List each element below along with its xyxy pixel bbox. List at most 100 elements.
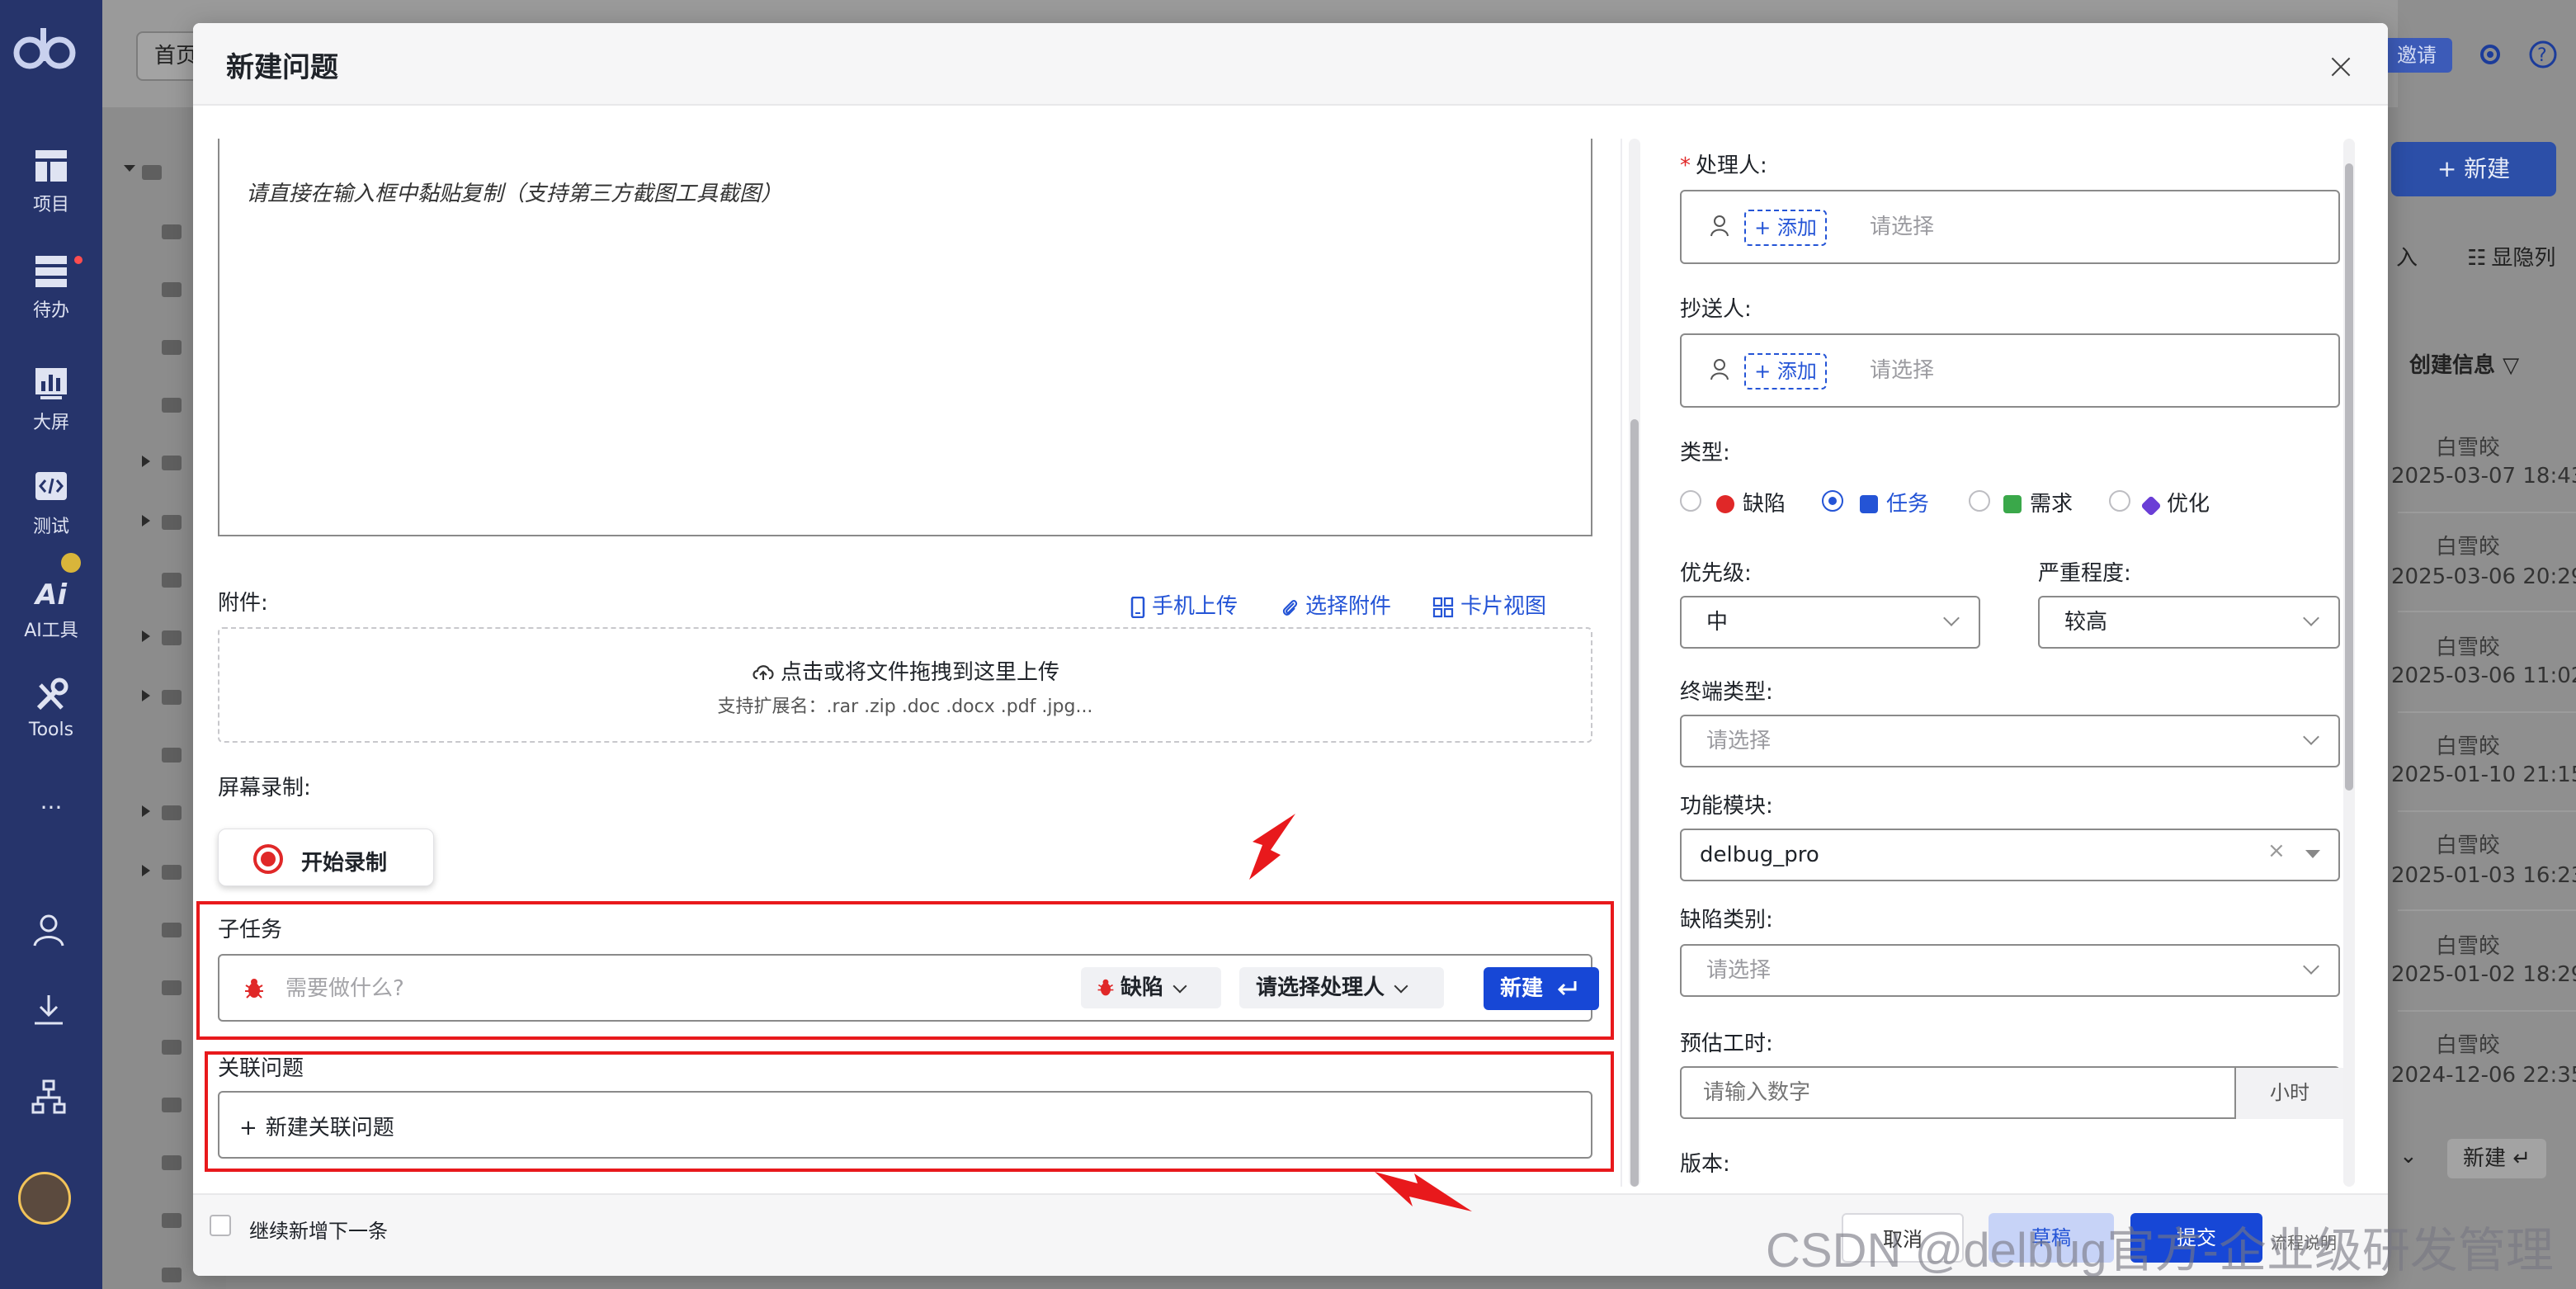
nav-item-ai-tools[interactable]: Ai AI工具 [0, 573, 102, 642]
svg-text:Ai: Ai [33, 578, 68, 611]
close-icon[interactable] [2328, 54, 2353, 79]
avatar[interactable] [18, 1172, 71, 1225]
type-radio-defect[interactable] [1680, 490, 1701, 512]
start-recording-button[interactable]: 开始录制 [218, 829, 434, 886]
row-created-date: 2025-01-10 21:15 [2391, 763, 2576, 787]
drop-zone-main: 点击或将文件拖拽到这里上传 [219, 655, 1591, 686]
watermark-text: CSDN @delbug官方-企业级研发管理 [1766, 1224, 2554, 1277]
subtask-assignee-select[interactable]: 请选择处理人 [1239, 967, 1444, 1008]
help-icon: ? [2529, 40, 2557, 68]
subtask-create-button[interactable]: 新建 [1484, 967, 1599, 1010]
row-creator-name: 白雪皎 [2436, 635, 2501, 660]
cc-label: 抄送人: [1680, 297, 1752, 322]
tree-expand-arrow [142, 515, 150, 526]
subtask-type-select[interactable]: 缺陷 [1081, 967, 1221, 1008]
version-label: 版本: [1680, 1152, 1730, 1177]
start-recording-label: 开始录制 [301, 851, 388, 876]
right-scrollbar-thumb[interactable] [2345, 163, 2353, 791]
drop-zone-extensions: 支持扩展名：.rar .zip .doc .docx .pdf .jpg... [717, 696, 1093, 717]
optimization-icon [2140, 495, 2162, 517]
background-new-button: + 新建 [2391, 142, 2556, 196]
subtask-label: 子任务 [218, 918, 283, 942]
module-label: 功能模块: [1680, 794, 1773, 819]
tree-folder-icon [162, 456, 182, 470]
add-assignee-button[interactable]: + 添加 [1744, 210, 1827, 246]
gear-icon [2480, 45, 2500, 64]
user-icon[interactable] [30, 911, 68, 949]
left-scrollbar[interactable] [1629, 139, 1640, 1187]
chevron-down-icon: ⌄ [2399, 1144, 2418, 1169]
add-cc-button[interactable]: + 添加 [1744, 353, 1827, 390]
nav-item-dashboard[interactable]: 大屏 [0, 365, 102, 434]
terminal-type-select[interactable]: 请选择 [1680, 715, 2340, 767]
nav-item-todo[interactable]: 待办 [0, 253, 102, 322]
type-radio-task[interactable] [1822, 490, 1843, 512]
show-hidden-label: 显隐列 [2491, 246, 2556, 271]
type-radio-requirement[interactable] [1969, 490, 1990, 512]
defect-category-select[interactable]: 请选择 [1680, 944, 2340, 997]
subtask-type-value: 缺陷 [1121, 975, 1164, 1000]
estimate-unit: 小时 [2234, 1068, 2343, 1119]
type-option-requirement[interactable]: 需求 [2003, 487, 2073, 517]
home-tab: 首页 [136, 31, 202, 81]
screen-record-label: 屏幕录制: [218, 776, 311, 800]
card-view-button[interactable]: 卡片视图 [1432, 589, 1546, 620]
estimate-input[interactable] [1703, 1073, 2215, 1112]
columns-icon: ☷ [2467, 246, 2487, 271]
cloud-upload-icon [753, 665, 774, 680]
person-icon [1710, 215, 1729, 237]
file-drop-zone[interactable]: 点击或将文件拖拽到这里上传 支持扩展名：.rar .zip .doc .docx… [218, 627, 1592, 743]
modal-header: 新建问题 [193, 23, 2388, 106]
tree-folder-icon [162, 748, 182, 763]
cc-field[interactable]: + 添加 请选择 [1680, 333, 2340, 408]
defect-category-placeholder: 请选择 [1706, 958, 1772, 983]
continue-add-checkbox[interactable] [210, 1215, 231, 1236]
tools-icon [36, 678, 68, 711]
record-icon [253, 844, 283, 874]
related-issues-label: 关联问题 [218, 1056, 304, 1081]
priority-select[interactable]: 中 [1680, 596, 1980, 649]
clear-icon[interactable]: × [2267, 838, 2286, 863]
defect-category-label: 缺陷类别: [1680, 908, 1773, 933]
left-nav: 项目 待办 大屏 测试 Ai AI工具 Tools ··· [0, 0, 102, 1289]
row-creator-name: 白雪皎 [2436, 1033, 2501, 1058]
severity-select[interactable]: 较高 [2038, 596, 2340, 649]
new-related-issue-button[interactable]: + 新建关联问题 [218, 1091, 1592, 1159]
row-created-date: 2025-03-07 18:43 [2391, 464, 2576, 489]
choose-attachment-button[interactable]: 选择附件 [1281, 589, 1391, 620]
caret-down-icon [2305, 850, 2320, 858]
grid-icon [1432, 597, 1454, 617]
right-scrollbar[interactable] [2343, 139, 2355, 1187]
app-logo-icon[interactable] [12, 25, 81, 78]
tree-folder-icon [162, 690, 182, 705]
subtask-input[interactable] [285, 967, 1028, 1010]
nav-item-project[interactable]: 项目 [0, 147, 102, 216]
bg-bottom-new-label: 新建 [2462, 1146, 2506, 1171]
download-icon[interactable] [30, 990, 68, 1028]
tree-folder-icon [162, 515, 182, 530]
row-divider [2398, 711, 2576, 713]
nav-item-test[interactable]: 测试 [0, 469, 102, 538]
assignee-field[interactable]: + 添加 请选择 [1680, 190, 2340, 264]
enter-icon [1557, 981, 1577, 996]
row-created-date: 2025-01-02 18:29 [2391, 962, 2576, 987]
module-select[interactable]: delbug_pro × [1680, 829, 2340, 881]
type-option-defect[interactable]: 缺陷 [1716, 487, 1786, 517]
description-editor[interactable]: 请直接在输入框中黏贴复制（支持第三方截图工具截图） [218, 139, 1592, 536]
type-option-task[interactable]: 任务 [1860, 487, 1929, 517]
nav-item-tools[interactable]: Tools [0, 677, 102, 740]
type-option-optimization[interactable]: 优化 [2140, 487, 2210, 517]
tree-expand-arrow [142, 690, 150, 701]
nav-more-button[interactable]: ··· [0, 794, 102, 821]
new-related-issue-label: 新建关联问题 [265, 1116, 394, 1140]
terminal-type-placeholder: 请选择 [1706, 729, 1772, 753]
type-option-label: 缺陷 [1743, 492, 1786, 517]
tree-folder-icon [162, 865, 182, 880]
org-chart-icon[interactable] [30, 1078, 68, 1116]
mobile-upload-label: 手机上传 [1152, 594, 1238, 619]
left-scrollbar-thumb[interactable] [1630, 419, 1639, 1187]
mobile-upload-button[interactable]: 手机上传 [1130, 589, 1238, 620]
type-radio-optimization[interactable] [2109, 490, 2130, 512]
estimate-label: 预估工时: [1680, 1032, 1773, 1056]
row-created-date: 2025-01-03 16:23 [2391, 863, 2576, 888]
